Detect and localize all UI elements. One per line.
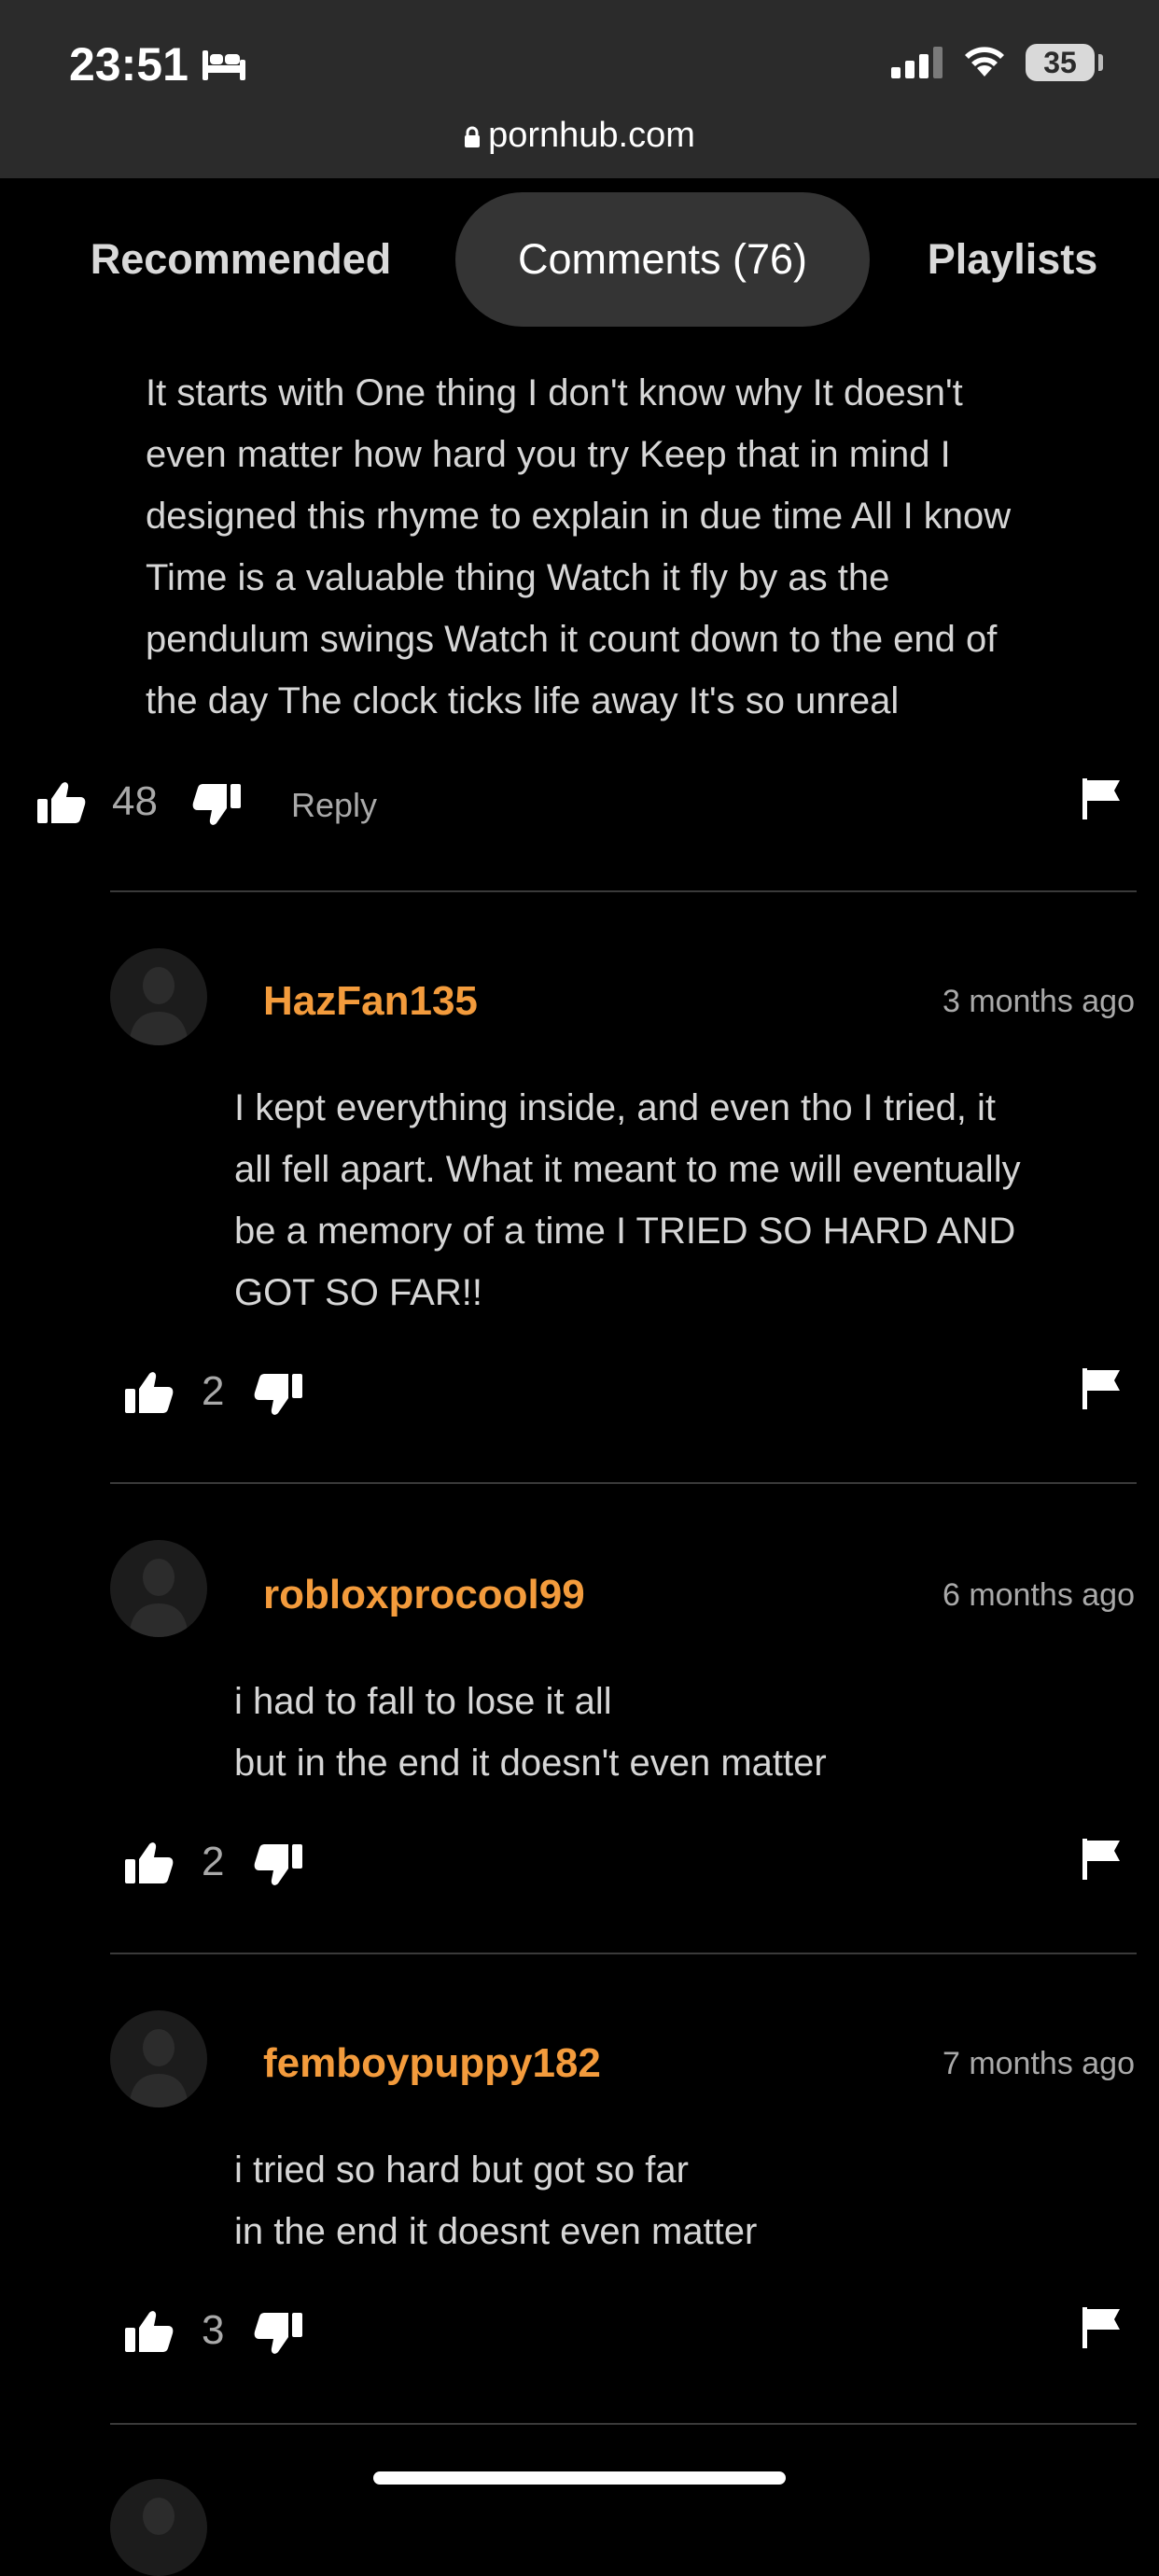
flag-icon[interactable] bbox=[1082, 1368, 1122, 1409]
home-indicator[interactable] bbox=[373, 2471, 786, 2485]
like-count: 48 bbox=[112, 778, 158, 824]
flag-icon[interactable] bbox=[1082, 1839, 1122, 1880]
url-domain: pornhub.com bbox=[488, 116, 695, 155]
comment-actions: 2 bbox=[125, 1837, 1129, 1893]
user-silhouette-icon bbox=[129, 967, 189, 1045]
avatar[interactable] bbox=[110, 1540, 207, 1637]
tab-recommended[interactable]: Recommended bbox=[80, 192, 401, 327]
thumbs-down-icon[interactable] bbox=[192, 782, 241, 827]
lock-icon bbox=[465, 126, 481, 147]
comment-username[interactable]: femboypuppy182 bbox=[263, 2040, 601, 2087]
wifi-icon bbox=[965, 47, 1004, 77]
thumbs-down-icon[interactable] bbox=[254, 1372, 302, 1417]
comment-divider bbox=[110, 1482, 1137, 1484]
like-count: 2 bbox=[202, 1368, 225, 1414]
user-silhouette-icon bbox=[129, 2029, 189, 2107]
url-bar[interactable]: pornhub.com bbox=[0, 116, 1159, 156]
comment-timestamp: 6 months ago bbox=[942, 1577, 1135, 1613]
status-time: 23:51 bbox=[69, 38, 189, 91]
avatar[interactable] bbox=[110, 948, 207, 1045]
thumbs-up-icon[interactable] bbox=[125, 1370, 174, 1415]
thumbs-down-icon[interactable] bbox=[254, 2311, 302, 2356]
comment-actions: 2 bbox=[125, 1366, 1129, 1422]
cellular-signal-icon bbox=[891, 47, 943, 78]
comment-timestamp: 3 months ago bbox=[942, 984, 1135, 1019]
like-count: 2 bbox=[202, 1839, 225, 1884]
section-tabs: Recommended Comments (76) Playlists bbox=[0, 192, 1159, 327]
reply-button[interactable]: Reply bbox=[291, 786, 377, 825]
comment-text: I kept everything inside, and even tho I… bbox=[234, 1087, 1021, 1313]
thumbs-down-icon[interactable] bbox=[254, 1842, 302, 1887]
comment-text: It starts with One thing I don't know wh… bbox=[146, 372, 1012, 721]
avatar[interactable] bbox=[110, 2010, 207, 2107]
battery-tip bbox=[1098, 54, 1103, 71]
thumbs-up-icon[interactable] bbox=[125, 2309, 174, 2354]
sleep-focus-icon bbox=[202, 50, 245, 80]
user-silhouette-icon bbox=[129, 1559, 189, 1637]
comment-actions: 48 Reply bbox=[37, 777, 1129, 833]
thumbs-up-icon[interactable] bbox=[37, 780, 86, 825]
comment-actions: 3 bbox=[125, 2305, 1129, 2361]
flag-icon[interactable] bbox=[1082, 2307, 1122, 2348]
comment-text: i had to fall to lose it all but in the … bbox=[234, 1681, 827, 1784]
comment-text: i tried so hard but got so far in the en… bbox=[234, 2149, 758, 2252]
comment-divider bbox=[110, 1953, 1137, 1954]
user-silhouette-icon bbox=[143, 2498, 175, 2535]
avatar[interactable] bbox=[110, 2479, 207, 2576]
comment-username[interactable]: robloxprocool99 bbox=[263, 1572, 585, 1618]
comment-username[interactable]: HazFan135 bbox=[263, 978, 478, 1025]
comment-divider bbox=[110, 890, 1137, 892]
tab-playlists[interactable]: Playlists bbox=[896, 192, 1129, 327]
comment-timestamp: 7 months ago bbox=[942, 2046, 1135, 2081]
thumbs-up-icon[interactable] bbox=[125, 1841, 174, 1885]
tab-comments[interactable]: Comments (76) bbox=[455, 192, 870, 327]
comment-divider bbox=[110, 2423, 1137, 2425]
battery-level: 35 bbox=[1026, 44, 1095, 81]
flag-icon[interactable] bbox=[1082, 778, 1122, 819]
browser-top-bar: 23:51 35 pornhub.com bbox=[0, 0, 1159, 178]
like-count: 3 bbox=[202, 2307, 225, 2353]
